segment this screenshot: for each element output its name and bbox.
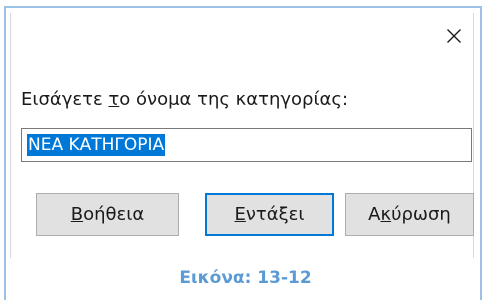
cancel-button-label-start: Α	[368, 204, 381, 225]
prompt-text-start: Εισάγετε	[21, 89, 109, 110]
close-button[interactable]	[441, 23, 467, 49]
prompt-mnemonic: τ	[108, 89, 120, 110]
help-button-mnemonic: Β	[70, 204, 84, 225]
ok-button[interactable]: Εντάξει	[205, 193, 334, 236]
new-category-dialog: Εισάγετε το όνομα της κατηγορίας: ΝΕΑ ΚΑ…	[10, 13, 474, 258]
input-selected-text: ΝΕΑ ΚΑΤΗΓΟΡΙΑ	[27, 134, 166, 156]
ok-button-mnemonic: Ε	[234, 204, 246, 225]
figure-caption: Εικόνα: 13-12	[179, 268, 312, 288]
cancel-button-label-end: ύρωση	[391, 204, 451, 225]
ok-button-label: ντάξει	[245, 204, 305, 225]
prompt-text-end: ο όνομα της κατηγορίας:	[119, 89, 349, 110]
cancel-button[interactable]: Ακ ύρωση	[345, 193, 474, 236]
cancel-button-mnemonic: κ	[380, 204, 392, 225]
category-name-label: Εισάγετε το όνομα της κατηγορίας:	[21, 89, 348, 110]
help-button-label: οήθεια	[83, 204, 145, 225]
close-icon	[447, 29, 461, 43]
category-name-input[interactable]: ΝΕΑ ΚΑΤΗΓΟΡΙΑ	[21, 128, 472, 162]
help-button[interactable]: Βοήθεια	[36, 193, 179, 236]
